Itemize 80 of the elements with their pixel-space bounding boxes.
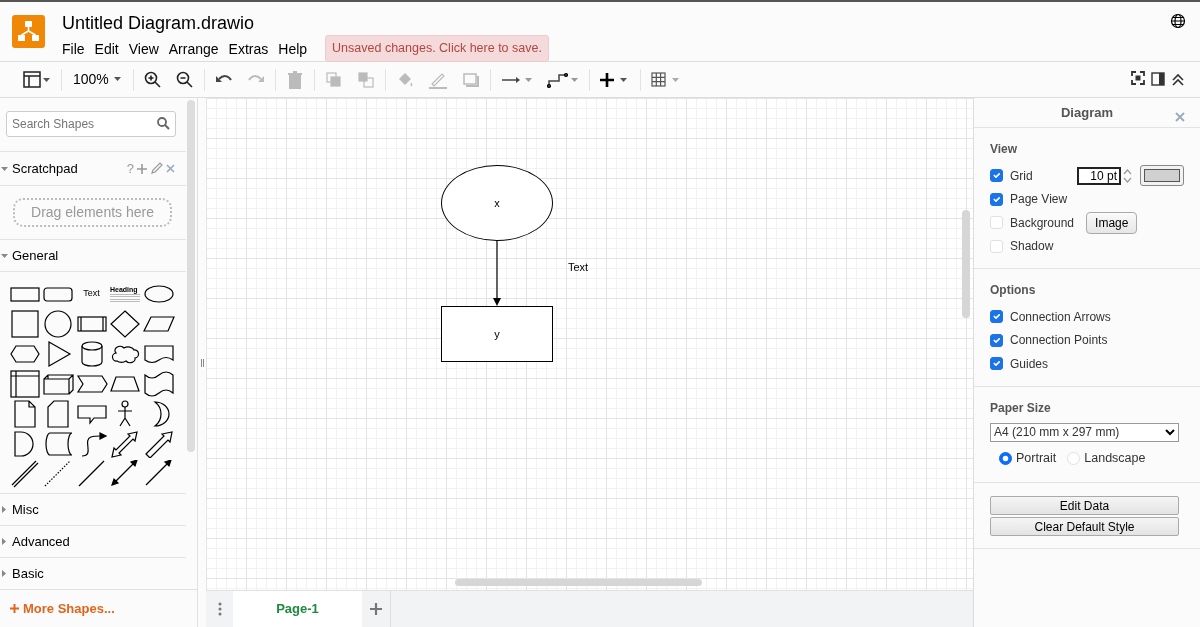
- double-arrow-icon[interactable]: [109, 430, 141, 458]
- checkbox-label: Guides: [1010, 355, 1049, 373]
- text-shape[interactable]: Text: [83, 287, 100, 301]
- menu-item[interactable]: View: [128, 39, 169, 62]
- radio-label: Portrait: [1016, 449, 1057, 467]
- checkbox-label: Background: [1010, 214, 1075, 232]
- panel-button[interactable]: Edit Data: [990, 496, 1179, 515]
- text-label: Text: [566, 260, 590, 274]
- menu-item[interactable]: Help: [278, 39, 318, 62]
- vertical-scrollbar[interactable]: [187, 100, 195, 452]
- checkbox[interactable]: [990, 169, 1003, 183]
- section-header[interactable]: Misc: [0, 493, 186, 525]
- more-options-icon[interactable]: [217, 602, 222, 616]
- stored-data-icon[interactable]: [42, 430, 74, 458]
- zoom-in-icon[interactable]: [143, 70, 162, 89]
- section-header[interactable]: Scratchpad ?: [0, 151, 186, 185]
- bidirectional-arrow-icon[interactable]: [109, 460, 141, 488]
- checkbox[interactable]: [990, 192, 1003, 206]
- menu-item[interactable]: Extras: [228, 39, 279, 62]
- diamond-icon[interactable]: [109, 310, 141, 338]
- edit-icon[interactable]: [150, 162, 163, 175]
- checkbox-label: Page View: [1010, 191, 1068, 209]
- spinner-icon[interactable]: [1123, 166, 1132, 185]
- section-header[interactable]: Advanced: [0, 525, 186, 557]
- connector-arrow: [492, 241, 502, 306]
- menu-item[interactable]: File: [62, 39, 95, 62]
- caret-icon: [113, 77, 122, 82]
- checkbox-label: Connection Arrows: [1010, 308, 1111, 326]
- circle-icon[interactable]: [42, 310, 74, 338]
- radio-button[interactable]: [999, 451, 1012, 465]
- section-title: View: [990, 141, 1019, 158]
- zoom-dropdown[interactable]: 100%: [73, 69, 122, 90]
- horizontal-scrollbar[interactable]: [455, 579, 702, 586]
- panel-title: Diagram: [1061, 103, 1113, 122]
- expand-arrow-icon[interactable]: [1, 251, 9, 260]
- format-panel-icon[interactable]: [1151, 70, 1165, 89]
- checkbox-label: Connection Points: [1010, 332, 1108, 350]
- add-icon[interactable]: [136, 162, 148, 175]
- menu-item[interactable]: Arrange: [168, 39, 229, 62]
- page-tab[interactable]: Page-1: [233, 591, 362, 627]
- zoom-out-icon[interactable]: [175, 70, 194, 89]
- waypoint-icon[interactable]: [546, 70, 579, 89]
- expand-arrow-icon[interactable]: [1, 569, 9, 578]
- app-logo: [12, 15, 45, 48]
- globe-icon[interactable]: [1170, 12, 1186, 29]
- image-button[interactable]: Image: [1086, 211, 1138, 234]
- square-icon[interactable]: [8, 310, 41, 338]
- search-field[interactable]: Search Shapes: [6, 111, 176, 137]
- plus-insert-icon[interactable]: [599, 70, 630, 89]
- paper-size-select[interactable]: A4 (210 mm x 297 mm): [990, 422, 1179, 442]
- checkbox[interactable]: [990, 310, 1003, 324]
- radio-label: Landscape: [1084, 449, 1146, 467]
- add-page-icon[interactable]: [370, 603, 382, 615]
- checkbox-label: Grid: [1010, 167, 1033, 185]
- search-icon[interactable]: [157, 117, 170, 130]
- internal-storage-icon[interactable]: [8, 370, 41, 398]
- expand-arrow-icon[interactable]: [1, 537, 9, 546]
- format-layout-button[interactable]: [23, 70, 51, 89]
- document-title: Untitled Diagram.drawio: [62, 12, 255, 35]
- grid-color-button[interactable]: [1140, 165, 1184, 187]
- splitter-grip-icon[interactable]: [200, 358, 204, 367]
- save-notice[interactable]: Unsaved changes. Click here to save.: [325, 35, 549, 62]
- tape-icon[interactable]: [142, 370, 175, 398]
- checkbox[interactable]: [990, 333, 1003, 347]
- drop-zone: Drag elements here: [13, 198, 172, 227]
- section-header[interactable]: General: [0, 239, 186, 271]
- vertical-scrollbar[interactable]: [962, 210, 970, 318]
- checkbox[interactable]: [990, 357, 1003, 371]
- section-title: Paper Size: [990, 399, 1052, 417]
- expand-arrow-icon[interactable]: [1, 505, 9, 514]
- menu-item[interactable]: Edit: [94, 39, 129, 62]
- grid-size-field[interactable]: 10 pt: [1077, 166, 1121, 185]
- expand-arrow-icon[interactable]: [1, 164, 9, 173]
- ellipse-shape: x: [441, 165, 553, 241]
- panel-button[interactable]: Clear Default Style: [990, 517, 1179, 536]
- chevron-icon: [1165, 428, 1175, 436]
- plus-icon: [10, 604, 19, 613]
- rectangle-shape: y: [441, 306, 553, 362]
- checkbox-label: Shadow: [1010, 238, 1054, 256]
- section-title: Options: [990, 282, 1037, 299]
